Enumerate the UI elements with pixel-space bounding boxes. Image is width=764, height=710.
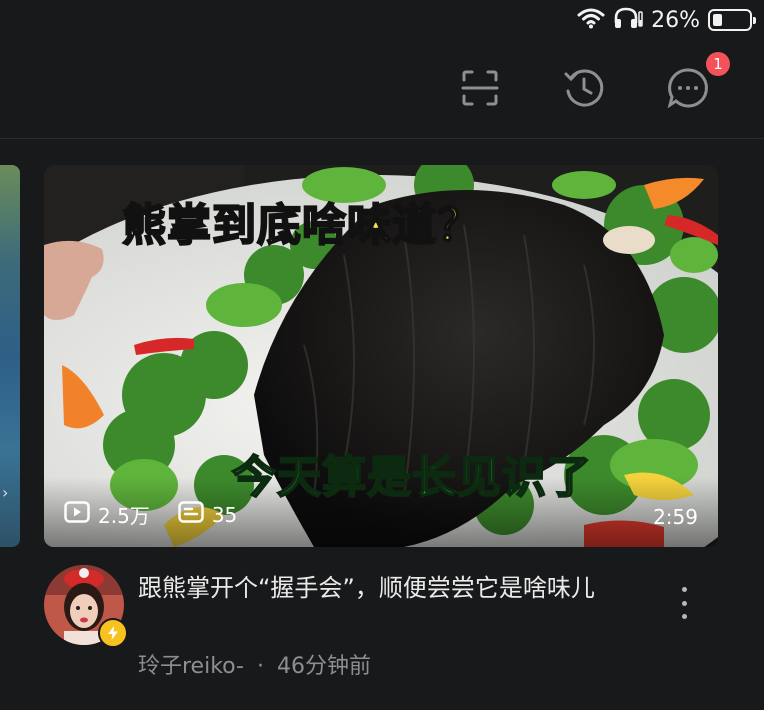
top-bar: 1 <box>0 40 764 139</box>
battery-percent: 26% <box>651 7 700 33</box>
message-badge: 1 <box>706 52 730 76</box>
scan-button[interactable] <box>458 68 502 112</box>
more-dot <box>681 587 687 592</box>
headphones-icon <box>613 6 643 34</box>
overlay-caption-title: 熊掌到底啥味道？ <box>121 199 482 252</box>
verified-icon <box>98 618 128 648</box>
scan-icon <box>460 68 500 112</box>
status-bar: 26% <box>0 0 764 40</box>
wifi-icon <box>577 7 605 33</box>
video-card[interactable]: 熊掌到底啥味道？ 今天算是长见识了 2.5万 35 2:59 <box>44 165 718 547</box>
status-right: 26% <box>577 4 756 36</box>
history-icon <box>563 67 605 113</box>
meta-separator: · <box>256 654 264 679</box>
battery-fill <box>713 14 722 26</box>
more-options-button[interactable] <box>672 585 696 621</box>
danmaku-icon <box>178 501 204 528</box>
video-meta: 玲子reiko- · 46分钟前 <box>138 648 371 680</box>
video-stats: 2.5万 35 <box>64 500 255 529</box>
comment-count: 35 <box>178 501 237 528</box>
video-duration: 2:59 <box>653 505 698 529</box>
author-name[interactable]: 玲子reiko- <box>138 654 244 679</box>
more-dot <box>681 600 687 606</box>
play-icon <box>64 501 90 528</box>
history-button[interactable] <box>562 68 606 112</box>
view-count-label: 2.5万 <box>98 504 150 528</box>
more-dot <box>681 614 687 619</box>
chevron-right-icon: › <box>2 483 9 502</box>
overlay-caption-subtitle: 今天算是长见识了 <box>231 451 592 504</box>
message-icon <box>667 67 709 113</box>
battery-icon <box>708 9 756 31</box>
video-title[interactable]: 跟熊掌开个“握手会”，顺便尝尝它是啥味儿 <box>138 568 658 608</box>
previous-card-peek[interactable]: › <box>0 165 20 547</box>
time-ago: 46分钟前 <box>276 654 371 679</box>
message-button[interactable]: 1 <box>666 52 730 113</box>
view-count: 2.5万 <box>64 500 150 529</box>
comment-count-label: 35 <box>211 502 238 527</box>
